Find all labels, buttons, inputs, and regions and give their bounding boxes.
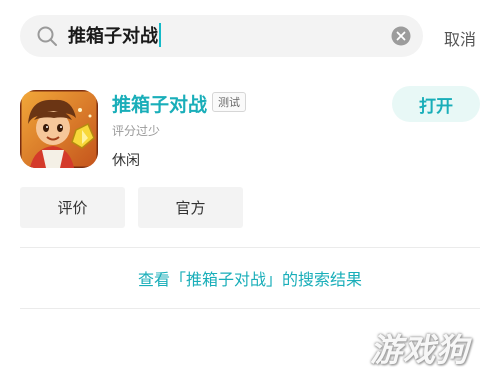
- app-icon[interactable]: [20, 90, 98, 168]
- watermark: 游戏狗: [370, 331, 470, 369]
- divider: [20, 247, 480, 248]
- view-search-results-link[interactable]: 查看「推箱子对战」的搜索结果: [0, 266, 500, 290]
- cancel-button[interactable]: 取消: [444, 26, 476, 50]
- official-button[interactable]: 官方: [138, 187, 243, 228]
- search-icon: [37, 26, 57, 46]
- search-input[interactable]: 推箱子对战: [68, 23, 388, 49]
- open-button[interactable]: 打开: [392, 86, 480, 122]
- app-name[interactable]: 推箱子对战: [112, 90, 207, 117]
- game-character-icon: [20, 90, 98, 168]
- clear-icon[interactable]: [391, 26, 411, 46]
- search-bar[interactable]: 推箱子对战: [20, 15, 423, 57]
- divider: [20, 308, 480, 309]
- text-caret: [159, 23, 161, 47]
- test-badge: 测试: [212, 92, 246, 112]
- review-button[interactable]: 评价: [20, 187, 125, 228]
- search-query: 推箱子对战: [68, 26, 158, 47]
- app-category: 休闲: [112, 153, 140, 169]
- app-rating: 评分过少: [112, 124, 161, 138]
